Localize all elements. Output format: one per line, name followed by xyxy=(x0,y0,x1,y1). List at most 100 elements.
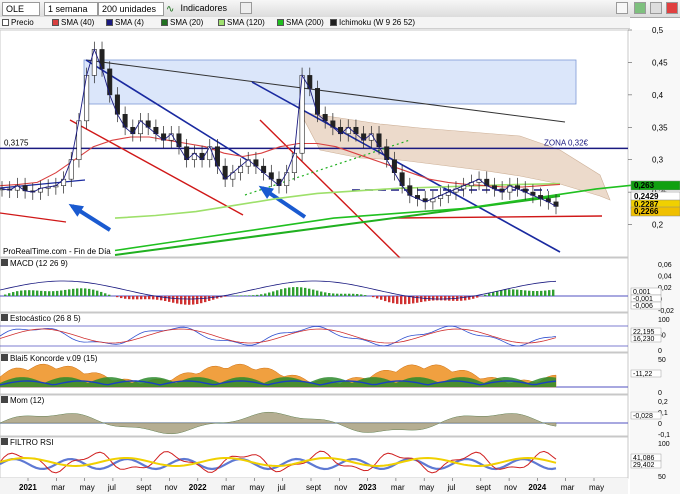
y-tick-label: 0,2 xyxy=(652,221,664,230)
macd-bar xyxy=(100,291,103,296)
indicator-panel xyxy=(0,394,629,437)
macd-bar xyxy=(56,290,59,296)
macd-bar xyxy=(388,296,391,303)
macd-bar xyxy=(244,295,247,296)
macd-bar xyxy=(152,296,155,300)
resistance-zone xyxy=(83,59,577,105)
macd-bar xyxy=(548,290,551,296)
macd-bar xyxy=(436,296,439,301)
macd-bar xyxy=(300,287,303,296)
macd-bar xyxy=(136,296,139,300)
x-tick-label: may xyxy=(589,483,604,492)
macd-bar xyxy=(404,296,407,305)
macd-bar xyxy=(320,291,323,296)
macd-bar xyxy=(8,293,11,296)
x-tick-label: jul xyxy=(447,483,456,492)
panel-tick-label: 100 xyxy=(658,441,670,448)
macd-bar xyxy=(48,291,51,296)
y-tick-label: 0,3 xyxy=(652,156,664,165)
x-tick-label: nov xyxy=(334,483,347,492)
macd-bar xyxy=(76,288,79,296)
macd-bar xyxy=(28,290,31,296)
panel-icon xyxy=(1,259,8,266)
macd-bar xyxy=(440,296,443,301)
x-tick-label: mar xyxy=(391,483,405,492)
macd-bar xyxy=(464,296,467,301)
macd-bar xyxy=(284,288,287,296)
y-tick-label: 0,45 xyxy=(652,58,668,67)
macd-bar xyxy=(432,296,435,301)
panel-tick-label: 0 xyxy=(658,348,662,355)
macd-bar xyxy=(420,296,423,303)
macd-bar xyxy=(460,296,463,301)
panel-icon xyxy=(1,438,8,445)
y-tick-label: 0,35 xyxy=(652,123,668,132)
macd-bar xyxy=(340,293,343,296)
macd-bar xyxy=(144,296,147,300)
panel-tick-label: 0,2 xyxy=(658,399,668,406)
macd-bar xyxy=(544,290,547,296)
panel-tick-label: 0 xyxy=(658,421,662,428)
panel-title: MACD (12 26 9) xyxy=(10,259,68,268)
macd-bar xyxy=(252,295,255,296)
macd-bar xyxy=(68,289,71,296)
x-tick-label: 2024 xyxy=(528,483,546,492)
x-tick-label: may xyxy=(80,483,95,492)
macd-bar xyxy=(500,290,503,296)
macd-bar xyxy=(40,290,43,296)
macd-bar xyxy=(264,293,267,296)
macd-bar xyxy=(36,290,39,296)
macd-bar xyxy=(392,296,395,304)
macd-bar xyxy=(312,289,315,296)
macd-bar xyxy=(256,294,259,296)
panel-badge-label: 29,402 xyxy=(633,462,655,469)
macd-bar xyxy=(196,296,199,305)
panel-tick-label: 0 xyxy=(658,390,662,397)
macd-bar xyxy=(116,296,119,298)
macd-bar xyxy=(204,296,207,303)
macd-bar xyxy=(372,296,375,298)
macd-bar xyxy=(408,296,411,304)
macd-bar xyxy=(20,290,23,296)
panel-tick-label: 50 xyxy=(658,357,666,364)
macd-bar xyxy=(288,287,291,296)
x-tick-label: mar xyxy=(561,483,575,492)
macd-bar xyxy=(532,290,535,296)
macd-bar xyxy=(208,296,211,301)
macd-bar xyxy=(132,296,135,300)
macd-bar xyxy=(488,293,491,296)
macd-bar xyxy=(80,288,83,296)
macd-bar xyxy=(148,296,151,300)
x-tick-label: mar xyxy=(221,483,235,492)
panel-title: Estocástico (26 8 5) xyxy=(10,314,81,323)
x-tick-label: 2023 xyxy=(359,483,377,492)
macd-bar xyxy=(540,290,543,296)
macd-bar xyxy=(12,292,15,296)
macd-bar xyxy=(416,296,419,303)
macd-bar xyxy=(180,296,183,305)
macd-bar xyxy=(336,293,339,296)
price-badge-label: 0,263 xyxy=(634,181,655,190)
macd-bar xyxy=(120,296,123,299)
macd-bar xyxy=(192,296,195,305)
macd-bar xyxy=(476,296,479,298)
macd-bar xyxy=(516,289,519,296)
macd-bar xyxy=(304,287,307,296)
panel-badge-label: -0,006 xyxy=(633,303,653,310)
macd-bar xyxy=(92,289,95,296)
macd-bar xyxy=(400,296,403,305)
macd-bar xyxy=(4,294,7,296)
macd-bar xyxy=(272,291,275,296)
macd-bar xyxy=(360,294,363,296)
source-label: ProRealTime.com - Fin de Día xyxy=(3,247,111,256)
macd-bar xyxy=(224,296,227,297)
x-tick-label: jul xyxy=(277,483,286,492)
macd-bar xyxy=(316,290,319,296)
y-tick-label: 0,4 xyxy=(652,91,664,100)
macd-bar xyxy=(248,295,251,296)
macd-bar xyxy=(484,294,487,296)
macd-bar xyxy=(508,289,511,296)
macd-bar xyxy=(356,293,359,296)
panel-tick-label: 100 xyxy=(658,317,670,324)
x-tick-label: sept xyxy=(136,483,152,492)
